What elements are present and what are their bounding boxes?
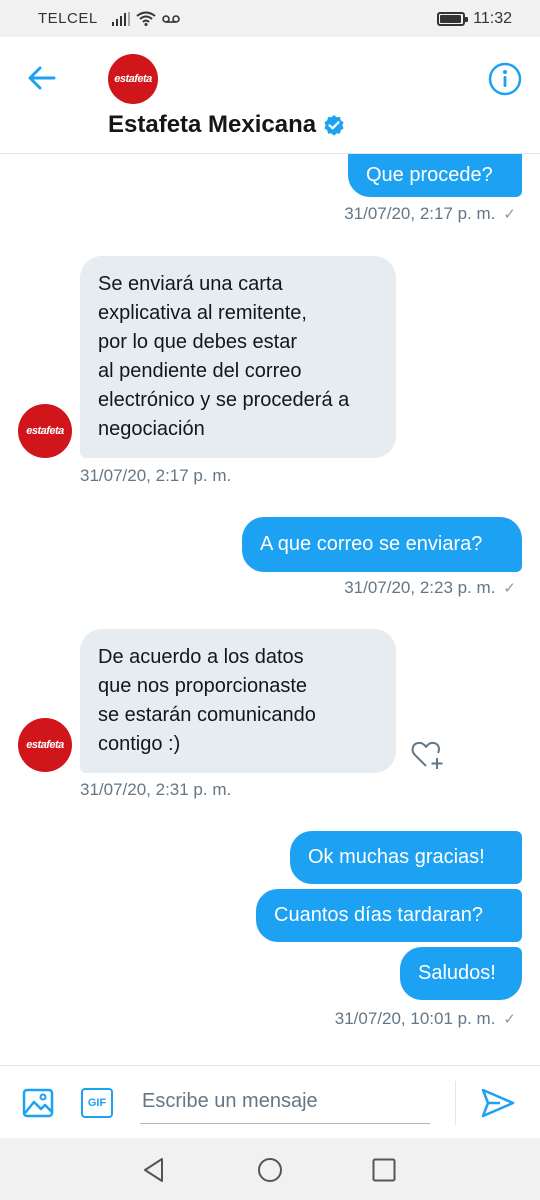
contact-name-row: Estafeta Mexicana: [108, 111, 345, 139]
nav-back-icon[interactable]: [140, 1156, 168, 1184]
message-text: Que procede?: [366, 164, 493, 186]
contact-name: Estafeta Mexicana: [108, 111, 317, 138]
message-timestamp: 31/07/20, 2:17 p. m. ✓: [344, 204, 516, 223]
message-list[interactable]: Que procede? 31/07/20, 2:17 p. m. ✓ Se e…: [0, 154, 540, 1065]
carrier-label: TELCEL: [38, 10, 98, 27]
nav-recents-icon[interactable]: [370, 1156, 398, 1184]
message-line: De acuerdo a los datos: [98, 646, 304, 668]
sender-avatar[interactable]: estafeta: [18, 404, 72, 458]
read-check-icon: ✓: [503, 206, 516, 223]
image-icon[interactable]: [22, 1087, 54, 1119]
composer-divider: [455, 1081, 456, 1125]
message-incoming[interactable]: Se enviará una carta explicativa al remi…: [80, 256, 396, 458]
estafeta-logo: estafeta: [26, 739, 64, 751]
battery-icon: [437, 11, 469, 26]
contact-avatar[interactable]: estafeta: [108, 54, 158, 104]
message-line: Se enviará una carta: [98, 273, 283, 295]
battery-fill: [440, 14, 461, 23]
status-bar: TELCEL 11:32: [0, 0, 540, 37]
message-timestamp: 31/07/20, 10:01 p. m. ✓: [334, 1009, 516, 1028]
message-line: se estarán comunicando: [98, 704, 316, 726]
message-line: electrónico y se procederá a: [98, 389, 350, 411]
message-line: que nos proporcionaste: [98, 675, 308, 697]
message-line: negociación: [98, 418, 205, 440]
info-icon[interactable]: [488, 62, 522, 96]
back-arrow-icon[interactable]: [26, 62, 58, 94]
message-outgoing[interactable]: Ok muchas gracias!: [290, 831, 522, 884]
send-icon[interactable]: [480, 1087, 516, 1119]
message-line: contigo :): [98, 733, 181, 755]
message-timestamp: 31/07/20, 2:31 p. m.: [80, 780, 232, 799]
message-incoming[interactable]: De acuerdo a los datos que nos proporcio…: [80, 629, 396, 773]
clock: 11:32: [473, 9, 512, 27]
message-input[interactable]: [140, 1080, 430, 1124]
message-line: por lo que debes estar: [98, 331, 298, 353]
status-icons: [111, 11, 180, 26]
read-check-icon: ✓: [503, 1011, 516, 1028]
wifi-icon: [136, 11, 156, 26]
message-timestamp: 31/07/20, 2:17 p. m.: [80, 466, 232, 485]
heart-add-icon[interactable]: [410, 738, 444, 770]
message-timestamp: 31/07/20, 2:23 p. m. ✓: [344, 578, 516, 597]
message-outgoing[interactable]: Saludos!: [400, 947, 522, 1000]
estafeta-logo: estafeta: [114, 73, 152, 85]
message-line: al pendiente del correo: [98, 360, 302, 382]
voicemail-icon: [161, 14, 180, 23]
estafeta-logo: estafeta: [26, 425, 64, 437]
message-text: A que correo se enviara?: [260, 533, 483, 555]
signal-icon: [111, 11, 130, 26]
gif-button[interactable]: GIF: [81, 1088, 113, 1118]
message-text: Saludos!: [418, 962, 496, 984]
read-check-icon: ✓: [503, 580, 516, 597]
message-outgoing[interactable]: Cuantos días tardaran?: [256, 889, 522, 942]
message-outgoing[interactable]: Que procede?: [348, 154, 522, 197]
verified-badge-icon: [324, 115, 344, 136]
message-outgoing[interactable]: A que correo se enviara?: [242, 517, 522, 572]
message-line: explicativa al remitente,: [98, 302, 307, 324]
message-text: Ok muchas gracias!: [308, 846, 485, 868]
conversation-header: estafeta Estafeta Mexicana: [0, 37, 540, 154]
system-nav-bar: [0, 1138, 540, 1200]
message-text: Cuantos días tardaran?: [274, 904, 484, 926]
nav-home-icon[interactable]: [256, 1156, 284, 1184]
message-composer: GIF: [0, 1065, 540, 1138]
sender-avatar[interactable]: estafeta: [18, 718, 72, 772]
